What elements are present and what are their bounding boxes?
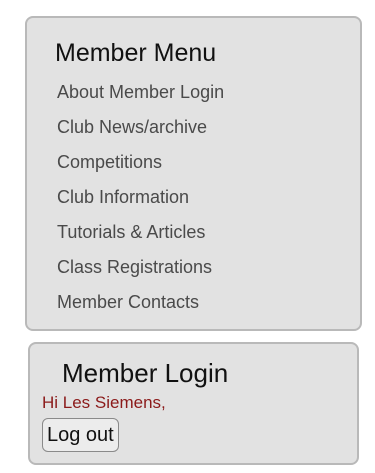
menu-item-tutorials-articles[interactable]: Tutorials & Articles: [57, 220, 224, 255]
menu-item-club-news-archive[interactable]: Club News/archive: [57, 115, 224, 150]
user-greeting: Hi Les Siemens,: [42, 393, 166, 412]
menu-item-about-member-login[interactable]: About Member Login: [57, 80, 224, 115]
member-menu-list: About Member Login Club News/archive Com…: [57, 80, 224, 325]
logout-button[interactable]: Log out: [42, 418, 119, 452]
menu-item-member-contacts[interactable]: Member Contacts: [57, 290, 224, 325]
member-login-panel: Member Login Hi Les Siemens, Log out: [28, 342, 359, 465]
member-menu-panel: Member Menu About Member Login Club News…: [25, 16, 362, 331]
menu-item-class-registrations[interactable]: Class Registrations: [57, 255, 224, 290]
menu-item-club-information[interactable]: Club Information: [57, 185, 224, 220]
menu-item-competitions[interactable]: Competitions: [57, 150, 224, 185]
member-menu-title: Member Menu: [55, 39, 217, 67]
member-login-title: Member Login: [62, 358, 229, 388]
